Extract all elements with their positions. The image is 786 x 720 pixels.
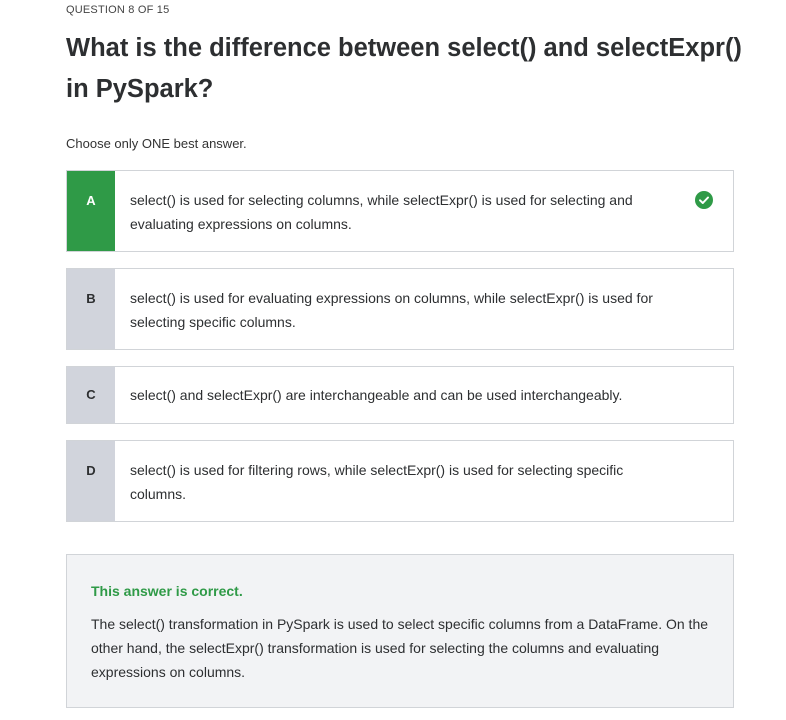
option-letter-c: C — [67, 367, 115, 423]
answer-option-d[interactable]: D select() is used for filtering rows, w… — [66, 440, 734, 522]
option-text-a: select() is used for selecting columns, … — [130, 192, 633, 232]
question-counter: QUESTION 8 OF 15 — [66, 4, 170, 16]
option-letter-a: A — [67, 171, 115, 251]
question-title: What is the difference between select() … — [66, 34, 742, 103]
option-text-c: select() and selectExpr() are interchang… — [130, 387, 623, 403]
result-verdict: This answer is correct. — [91, 583, 243, 599]
explanation-body: The select() transformation in PySpark i… — [91, 616, 709, 680]
option-letter-d: D — [67, 441, 115, 521]
answer-option-a[interactable]: A select() is used for selecting columns… — [66, 170, 734, 252]
option-text-b: select() is used for evaluating expressi… — [130, 290, 653, 330]
answer-option-c[interactable]: C select() and selectExpr() are intercha… — [66, 366, 734, 424]
check-circle-icon — [695, 191, 713, 209]
explanation-panel: This answer is correct. The select() tra… — [66, 554, 734, 708]
answer-option-b[interactable]: B select() is used for evaluating expres… — [66, 268, 734, 350]
option-letter-b: B — [67, 269, 115, 349]
instruction-text: Choose only ONE best answer. — [66, 136, 247, 151]
option-text-d: select() is used for filtering rows, whi… — [130, 462, 624, 502]
